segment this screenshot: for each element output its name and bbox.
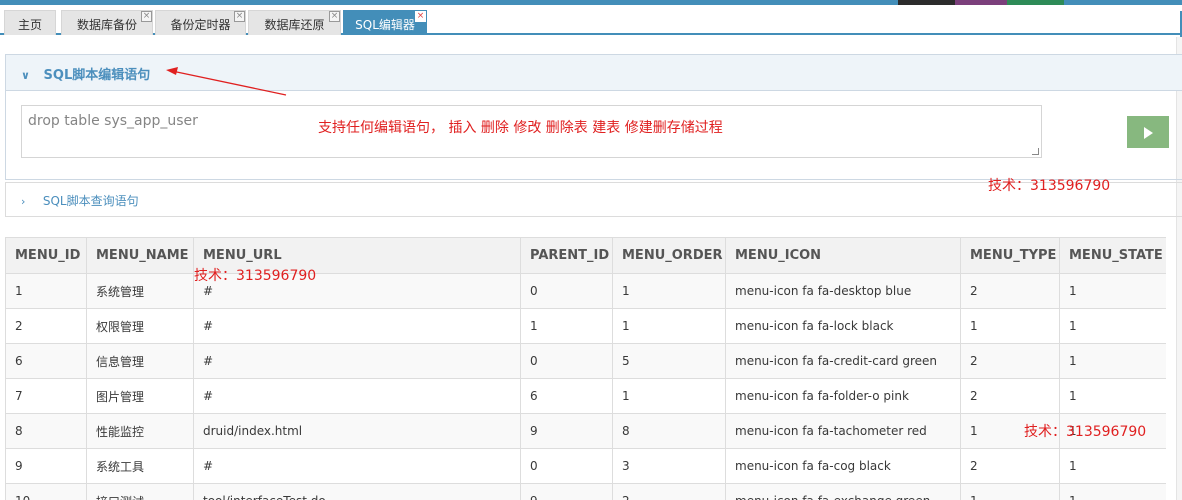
tab-strip: 主页 数据库备份 × 备份定时器 × 数据库还原 × SQL编辑器 × — [0, 5, 1182, 45]
table-cell: 1 — [612, 378, 726, 414]
column-header-menu-type[interactable]: MENU_TYPE — [960, 237, 1060, 274]
tab-home[interactable]: 主页 — [4, 10, 56, 35]
tab-db-restore[interactable]: 数据库还原 × — [248, 10, 341, 35]
table-cell: menu-icon fa fa-exchange green — [725, 483, 961, 500]
sql-edit-panel-header[interactable]: ∨ SQL脚本编辑语句 — [6, 55, 1182, 91]
table-cell: 1 — [1059, 308, 1166, 344]
tab-label: 数据库备份 — [76, 18, 137, 32]
table-cell: 2 — [960, 378, 1060, 414]
chevron-right-icon: › — [21, 195, 26, 208]
tab-db-backup[interactable]: 数据库备份 × — [61, 10, 153, 35]
table-cell: menu-icon fa fa-desktop blue — [725, 273, 961, 309]
table-cell: 2 — [612, 483, 726, 500]
table-cell: menu-icon fa fa-tachometer red — [725, 413, 961, 449]
table-cell: 1 — [1059, 343, 1166, 379]
table-header-row: MENU_ID MENU_NAME MENU_URL PARENT_ID MENU_OR… — [5, 237, 1166, 274]
table-cell: tool/interfaceTest.do — [193, 483, 521, 500]
table-row[interactable]: 7 图片管理 #6 1 menu-icon fa fa-folder-o pink 2 1 — [5, 378, 1166, 414]
column-header-menu-order[interactable]: MENU_ORDER — [612, 237, 726, 274]
table-cell: menu-icon fa fa-lock black — [725, 308, 961, 344]
table-row[interactable]: 10接口测试tool/interfaceTest.do92menu-icon f… — [5, 483, 1166, 500]
table-cell: 1 — [520, 308, 613, 344]
table-cell: 权限管理 — [86, 308, 194, 344]
table-cell: 1 — [1059, 378, 1166, 414]
table-cell: 6 — [520, 378, 613, 414]
table-cell: 2 — [960, 343, 1060, 379]
table-cell: 1 — [960, 308, 1060, 344]
sql-query-panel-title: SQL脚本查询语句 — [42, 194, 139, 208]
table-row[interactable]: 8 性能监控 druid/index.html 9 8 menu-icon fa fa-t… — [5, 413, 1166, 449]
table-cell: 3 — [612, 448, 726, 484]
table-cell: 6 — [5, 343, 87, 379]
table-cell: # — [193, 308, 521, 344]
result-table: MENU_ID MENU_NAME MENU_URL PARENT_ID MENU_OR… — [5, 237, 1166, 500]
table-cell: 性能监控 — [86, 413, 194, 449]
table-cell: 9 — [5, 448, 87, 484]
table-cell: menu-icon fa fa-credit-card green — [725, 343, 961, 379]
column-header-menu-id[interactable]: MENU_ID — [5, 237, 87, 274]
table-cell: 1 — [960, 483, 1060, 500]
tab-label: 数据库还原 — [264, 18, 325, 32]
table-cell: # — [193, 378, 521, 414]
close-icon[interactable]: × — [329, 11, 340, 22]
table-cell: 9 — [520, 413, 613, 449]
table-cell: 1 — [1059, 448, 1166, 484]
tab-backup-timer[interactable]: 备份定时器 × — [155, 10, 246, 35]
table-cell: 8 — [5, 413, 87, 449]
table-cell: 0 — [520, 273, 613, 309]
table-cell: 7 — [5, 378, 87, 414]
table-cell: 系统管理 — [86, 273, 194, 309]
table-cell: 接口测试 — [86, 483, 194, 500]
annotation-contact: 技术：313596790 — [988, 178, 1111, 194]
table-cell: 0 — [520, 448, 613, 484]
tab-label: 主页 — [17, 18, 42, 32]
table-cell: 2 — [960, 448, 1060, 484]
table-cell: 信息管理 — [86, 343, 194, 379]
annotation-contact: 技术：313596790 — [1024, 424, 1147, 440]
column-header-menu-name[interactable]: MENU_NAME — [86, 237, 194, 274]
table-row[interactable]: 2 权限管理 #1 1 menu-icon fa fa-lock black 1 1 — [5, 308, 1166, 344]
resize-grip-icon[interactable] — [1032, 148, 1039, 155]
table-cell: 10 — [5, 483, 87, 500]
sql-edit-panel-title: SQL脚本编辑语句 — [43, 68, 151, 83]
table-row[interactable]: 9 系统工具 #0 3 menu-icon fa fa-cog black 2 1 — [5, 448, 1166, 484]
table-row[interactable]: 6 信息管理 #0 5 menu-icon fa fa-credit-card gree… — [5, 343, 1166, 379]
table-cell: 1 — [5, 273, 87, 309]
column-header-menu-icon[interactable]: MENU_ICON — [725, 237, 961, 274]
close-icon[interactable]: × — [415, 11, 426, 22]
tab-label: SQL编辑器 — [355, 18, 415, 32]
table-cell: 1 — [1059, 483, 1166, 500]
sql-editor-text: drop table sys_app_user — [28, 113, 198, 129]
annotation-editor-note: 支持任何编辑语句， 插入 删除 修改 删除表 建表 修建删存储过程 — [318, 120, 723, 136]
play-icon — [1144, 127, 1153, 139]
run-sql-button[interactable] — [1127, 116, 1169, 148]
column-header-parent-id[interactable]: PARENT_ID — [520, 237, 613, 274]
table-cell: 1 — [612, 273, 726, 309]
table-cell: druid/index.html — [193, 413, 521, 449]
table-cell: 8 — [612, 413, 726, 449]
tab-label: 备份定时器 — [170, 18, 231, 32]
table-cell: 2 — [960, 273, 1060, 309]
table-cell: # — [193, 343, 521, 379]
table-cell: 5 — [612, 343, 726, 379]
table-cell: 1 — [1059, 273, 1166, 309]
table-cell: 9 — [520, 483, 613, 500]
chevron-down-icon: ∨ — [21, 69, 30, 82]
table-cell: 2 — [5, 308, 87, 344]
table-cell: 系统工具 — [86, 448, 194, 484]
close-icon[interactable]: × — [141, 11, 152, 22]
table-cell: menu-icon fa fa-folder-o pink — [725, 378, 961, 414]
table-cell: # — [193, 448, 521, 484]
table-cell: 0 — [520, 343, 613, 379]
close-icon[interactable]: × — [234, 11, 245, 22]
table-cell: 1 — [612, 308, 726, 344]
column-header-menu-state[interactable]: MENU_STATE — [1059, 237, 1166, 274]
table-cell: 图片管理 — [86, 378, 194, 414]
table-row[interactable]: 1 系统管理 #0 1 menu-icon fa fa-desktop blue 2 1 — [5, 273, 1166, 309]
annotation-contact: 技术：313596790 — [194, 268, 317, 284]
tab-sql-editor[interactable]: SQL编辑器 × — [343, 10, 427, 35]
table-cell: menu-icon fa fa-cog black — [725, 448, 961, 484]
